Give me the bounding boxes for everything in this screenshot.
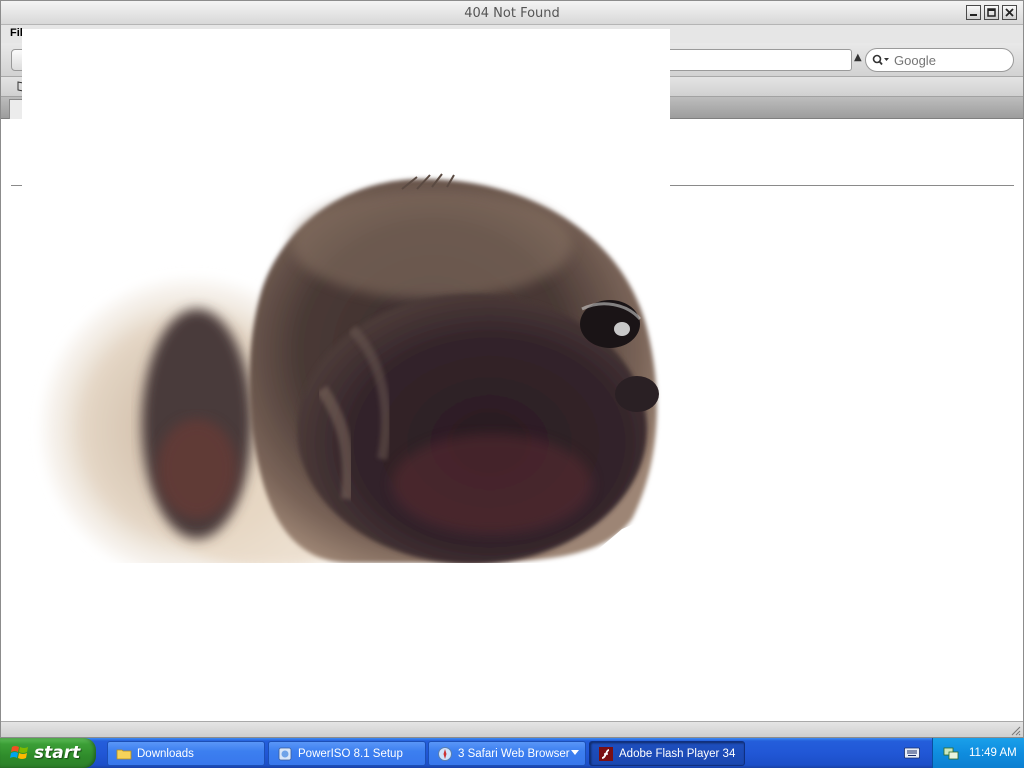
taskbar-button-poweriso[interactable]: PowerISO 8.1 Setup (268, 741, 426, 766)
taskbar-button-label: Adobe Flash Player 34 (619, 747, 736, 760)
resize-grip-icon[interactable] (1009, 724, 1021, 736)
pug-face-image (22, 29, 670, 563)
pug-photo-overlay (22, 29, 670, 563)
start-button[interactable]: start (0, 738, 96, 768)
network-icon[interactable] (943, 745, 959, 761)
tab-active[interactable] (9, 99, 23, 119)
title-bar[interactable]: 404 Not Found (1, 1, 1023, 25)
start-label: start (34, 743, 81, 763)
folder-icon (116, 749, 132, 759)
status-bar (1, 721, 1023, 737)
safari-icon (438, 746, 452, 761)
close-button[interactable] (1002, 5, 1017, 20)
menu-file[interactable]: Fil (10, 27, 23, 39)
close-icon (1005, 8, 1014, 17)
clock[interactable]: 11:49 AM (969, 747, 1017, 759)
minimize-button[interactable] (966, 5, 981, 20)
search-input[interactable] (894, 52, 1004, 68)
taskbar: start Downloads PowerISO 8.1 Setup 3 Saf… (0, 738, 1024, 768)
chevron-down-icon (571, 750, 579, 755)
taskbar-button-label: Downloads (137, 747, 194, 760)
windows-logo-icon (10, 746, 28, 759)
chevron-up-icon[interactable]: ▲ (854, 52, 862, 63)
maximize-button[interactable] (984, 5, 999, 20)
search-field[interactable] (865, 48, 1014, 72)
taskbar-button-label: PowerISO 8.1 Setup (298, 747, 403, 760)
taskbar-button-safari-group[interactable]: 3 Safari Web Browser (428, 741, 586, 766)
system-tray: 11:49 AM (932, 738, 1024, 768)
taskbar-button-label: 3 Safari Web Browser (458, 747, 570, 760)
keyboard-icon[interactable] (904, 747, 920, 759)
taskbar-button-downloads[interactable]: Downloads (107, 741, 265, 766)
maximize-icon (987, 8, 996, 17)
window-title: 404 Not Found (464, 6, 560, 21)
installer-icon (278, 747, 292, 760)
search-icon (872, 54, 889, 66)
minimize-icon (970, 14, 977, 16)
window-controls (966, 5, 1017, 20)
flash-icon (599, 746, 613, 761)
taskbar-button-flash[interactable]: Adobe Flash Player 34 (589, 741, 745, 766)
